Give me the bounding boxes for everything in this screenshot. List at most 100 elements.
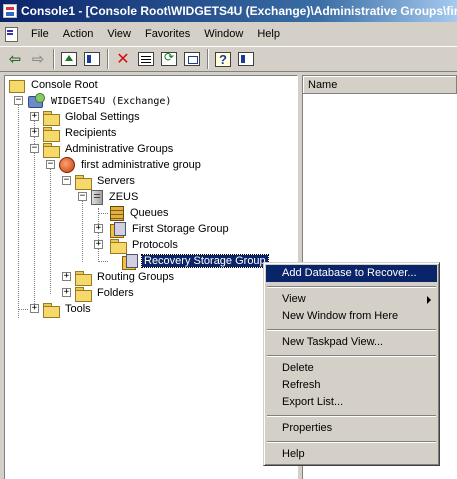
tree-node-queues[interactable]: Queues <box>110 205 171 221</box>
folder-icon <box>43 302 60 318</box>
expand-icon[interactable]: + <box>30 112 39 121</box>
tree-line <box>18 96 19 318</box>
menu-item-export-list[interactable]: Export List... <box>266 394 437 411</box>
menu-item-refresh[interactable]: Refresh <box>266 377 437 394</box>
collapse-icon[interactable]: − <box>78 192 87 201</box>
forward-button[interactable]: ⇨ <box>27 48 49 70</box>
folder-icon <box>110 238 127 254</box>
tree-node-label: Recipients <box>65 127 117 139</box>
action-pane-button[interactable] <box>235 48 257 70</box>
menu-item-view[interactable]: View <box>266 291 437 308</box>
document-menu-icon[interactable] <box>2 25 20 43</box>
context-menu: Add Database to Recover... View New Wind… <box>263 262 440 466</box>
folder-icon <box>75 286 92 302</box>
refresh-button[interactable] <box>158 48 180 70</box>
tree-node-label: Protocols <box>132 239 178 251</box>
column-header-name[interactable]: Name <box>303 76 457 94</box>
queues-icon <box>110 205 124 221</box>
collapse-icon[interactable]: − <box>30 144 39 153</box>
menu-item-add-database-to-recover[interactable]: Add Database to Recover... <box>266 265 437 282</box>
toolbar-separator <box>207 49 209 69</box>
tree-node-label: Queues <box>130 207 169 219</box>
tree-node-protocols[interactable]: + Protocols <box>94 237 180 254</box>
collapse-icon[interactable]: − <box>46 160 55 169</box>
folder-icon <box>43 110 60 126</box>
tree-node-console-root[interactable]: Console Root <box>9 77 100 93</box>
toolbar-separator <box>53 49 55 69</box>
tree-node-label: Global Settings <box>65 111 140 123</box>
help-icon: ? <box>215 51 231 67</box>
menu-favorites[interactable]: Favorites <box>138 25 197 43</box>
tree-node-zeus[interactable]: − ZEUS <box>78 189 140 205</box>
tree-node-label: WIDGETS4U (Exchange) <box>51 95 172 107</box>
help-button[interactable]: ? <box>212 48 234 70</box>
tree-node-label: Console Root <box>31 79 98 91</box>
menu-item-new-window-from-here[interactable]: New Window from Here <box>266 308 437 325</box>
expand-icon[interactable]: + <box>62 288 71 297</box>
show-hide-tree-button[interactable] <box>81 48 103 70</box>
tree-node-servers[interactable]: − Servers <box>62 173 137 190</box>
tree-node-global-settings[interactable]: + Global Settings <box>30 109 142 126</box>
folder-icon <box>43 142 60 158</box>
folder-icon <box>75 270 92 286</box>
action-pane-icon <box>238 52 254 66</box>
menu-item-properties[interactable]: Properties <box>266 420 437 437</box>
menu-help[interactable]: Help <box>250 25 287 43</box>
menu-separator <box>267 355 436 357</box>
console-tree-pane[interactable]: Console Root − WIDGETS4U (Exchange) + Gl… <box>4 75 298 479</box>
menu-window[interactable]: Window <box>197 25 250 43</box>
menu-separator <box>267 286 436 288</box>
expand-icon[interactable]: + <box>94 224 103 233</box>
back-arrow-icon: ⇦ <box>8 51 22 68</box>
tree-line <box>50 160 51 294</box>
up-one-level-button[interactable] <box>58 48 80 70</box>
expand-icon[interactable]: + <box>30 304 39 313</box>
menu-file[interactable]: File <box>24 25 56 43</box>
tree-node-folders[interactable]: + Folders <box>62 285 136 302</box>
tree-node-recovery-storage-group[interactable]: Recovery Storage Group <box>122 253 269 270</box>
properties-icon <box>138 52 154 66</box>
tree-node-label: Tools <box>65 303 91 315</box>
menu-separator <box>267 329 436 331</box>
tree-node-first-storage-group[interactable]: + First Storage Group <box>94 221 231 238</box>
tree-node-recipients[interactable]: + Recipients <box>30 125 118 142</box>
tree-line <box>18 309 28 310</box>
properties-button[interactable] <box>135 48 157 70</box>
menu-item-label: Delete <box>282 362 314 374</box>
export-list-icon <box>184 52 200 66</box>
menu-item-help[interactable]: Help <box>266 446 437 463</box>
menu-item-label: View <box>282 293 306 305</box>
expand-icon[interactable]: + <box>94 240 103 249</box>
collapse-icon[interactable]: − <box>62 176 71 185</box>
tree-line <box>98 213 108 214</box>
menu-item-label: Add Database to Recover... <box>282 267 417 279</box>
menu-action[interactable]: Action <box>56 25 101 43</box>
console-root-icon <box>9 78 25 93</box>
window-title: Console1 - [Console Root\WIDGETS4U (Exch… <box>21 4 457 18</box>
forward-arrow-icon: ⇨ <box>31 51 45 68</box>
menu-item-new-taskpad-view[interactable]: New Taskpad View... <box>266 334 437 351</box>
export-list-button[interactable] <box>181 48 203 70</box>
tree-node-label: ZEUS <box>109 191 139 203</box>
folder-icon <box>43 126 60 142</box>
menu-separator <box>267 441 436 443</box>
expand-icon[interactable]: + <box>62 272 71 281</box>
tree-node-label: first administrative group <box>81 159 201 171</box>
tree-node-administrative-groups[interactable]: − Administrative Groups <box>30 141 175 158</box>
expand-icon[interactable]: + <box>30 128 39 137</box>
tree-node-label: Administrative Groups <box>65 143 174 155</box>
admin-group-icon <box>59 157 75 173</box>
tree-node-routing-groups[interactable]: + Routing Groups <box>62 269 176 286</box>
menu-item-delete[interactable]: Delete <box>266 360 437 377</box>
menu-item-label: Properties <box>282 422 333 434</box>
back-button[interactable]: ⇦ <box>4 48 26 70</box>
tree-node-organization[interactable]: − WIDGETS4U (Exchange) <box>14 93 173 109</box>
delete-button[interactable]: ✕ <box>112 48 134 70</box>
menu-view[interactable]: View <box>100 25 138 43</box>
mmc-console-icon[interactable] <box>3 4 17 18</box>
tree-node-first-admin-group[interactable]: − first administrative group <box>46 157 203 173</box>
menu-item-label: Export List... <box>282 396 344 408</box>
tree-node-tools[interactable]: + Tools <box>30 301 93 318</box>
title-bar[interactable]: Console1 - [Console Root\WIDGETS4U (Exch… <box>0 0 457 22</box>
collapse-icon[interactable]: − <box>14 96 23 105</box>
